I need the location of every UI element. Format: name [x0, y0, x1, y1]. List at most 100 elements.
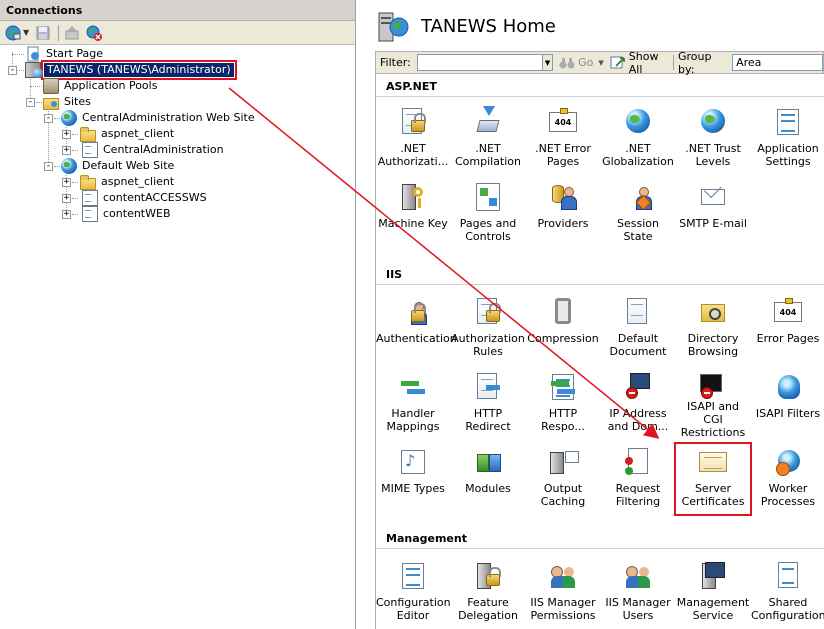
- feature-worker-processes[interactable]: Worker Processes: [751, 444, 824, 514]
- save-button[interactable]: [33, 24, 53, 42]
- feature-providers[interactable]: Providers: [526, 179, 600, 249]
- filter-dropdown-icon[interactable]: ▼: [543, 54, 554, 71]
- feature-iis-manager-users[interactable]: IIS Manager Users: [601, 558, 675, 628]
- disconnect-button[interactable]: [84, 24, 104, 42]
- feature-pages-controls[interactable]: Pages and Controls: [451, 179, 525, 249]
- feature-http-redirect[interactable]: HTTP Redirect: [451, 369, 525, 439]
- feature-handler-mappings[interactable]: Handler Mappings: [376, 369, 450, 439]
- feature-net-error-pages[interactable]: .NET ErrorPages: [526, 104, 600, 174]
- tree-item-content-web[interactable]: contentWEB: [80, 206, 173, 222]
- feature-mime-types[interactable]: MIME Types: [376, 444, 450, 514]
- feature-machine-key[interactable]: Machine Key: [376, 179, 450, 249]
- configuration-editor-icon: [397, 560, 429, 592]
- feature-label-line2: Caching: [540, 495, 586, 508]
- feature-net-compilation[interactable]: .NET Compilation: [451, 104, 525, 174]
- go-button[interactable]: Go: [559, 56, 593, 70]
- feature-label-line2: Mappings: [386, 420, 440, 433]
- tree-item-label: aspnet_client: [101, 127, 175, 140]
- feature-http-response-headers[interactable]: HTTP Respo...: [526, 369, 600, 439]
- go-dropdown-icon[interactable]: ▼: [598, 59, 603, 67]
- feature-label-line2: Filtering: [615, 495, 661, 508]
- disconnect-icon: [86, 25, 103, 41]
- connect-icon: [5, 25, 21, 40]
- tree-expand-icon[interactable]: +: [62, 130, 71, 139]
- server-home-icon: [375, 9, 409, 43]
- feature-label-line2: Respo...: [541, 420, 585, 433]
- tree-collapse-icon[interactable]: -: [44, 114, 53, 123]
- feature-label-line2: Processes: [760, 495, 816, 508]
- tree-collapse-icon[interactable]: -: [44, 162, 53, 171]
- feature-label-line1: MIME Types: [381, 482, 445, 495]
- net-authorization-icon: [397, 106, 429, 138]
- filter-input[interactable]: [416, 54, 544, 71]
- feature-request-filtering[interactable]: Request Filtering: [601, 444, 675, 514]
- feature-label-line1: Compression: [527, 332, 599, 345]
- feature-label-line1: .NET: [400, 142, 426, 155]
- up-button[interactable]: [62, 24, 82, 42]
- group-by-select[interactable]: Area: [732, 54, 823, 71]
- connect-dropdown-icon[interactable]: ▼: [23, 28, 29, 37]
- shared-configuration-icon: [772, 560, 804, 592]
- tree-item-default-site[interactable]: Default Web Site: [61, 158, 176, 174]
- tree-item-aspnet-client-2[interactable]: aspnet_client: [80, 174, 176, 190]
- feature-iis-manager-permissions[interactable]: IIS Manager Permissions: [526, 558, 600, 628]
- feature-label: Configuration Editor: [376, 596, 451, 622]
- tree-collapse-icon[interactable]: -: [26, 98, 35, 107]
- tree-item-content-access[interactable]: contentACCESSWS: [80, 190, 209, 206]
- feature-output-caching[interactable]: Output Caching: [526, 444, 600, 514]
- feature-authorization-rules[interactable]: Authorization Rules: [451, 294, 525, 364]
- feature-label-line1: Session State: [617, 217, 659, 243]
- go-label: Go: [578, 56, 594, 69]
- feature-management-service[interactable]: Management Service: [676, 558, 750, 628]
- feature-label-line1: Authentication: [376, 332, 457, 345]
- server-certificates-icon: [696, 446, 729, 478]
- feature-label-line1: Default: [617, 332, 659, 345]
- feature-smtp-email[interactable]: SMTP E-mail: [676, 179, 750, 249]
- show-all-button[interactable]: Show All: [610, 50, 669, 76]
- http-response-headers-icon: [547, 371, 579, 403]
- feature-configuration-editor[interactable]: Configuration Editor: [376, 558, 451, 628]
- section-header-management: Management: [386, 532, 467, 545]
- connect-button[interactable]: [3, 24, 23, 42]
- feature-modules[interactable]: Modules: [451, 444, 525, 514]
- feature-server-certificates[interactable]: Server Certificates: [674, 442, 752, 516]
- net-trust-levels-icon: [697, 106, 729, 138]
- tree-expand-icon[interactable]: +: [62, 194, 71, 203]
- tree-expand-icon[interactable]: +: [62, 146, 71, 155]
- section-header-iis: IIS: [386, 268, 403, 281]
- feature-compression[interactable]: Compression: [526, 294, 600, 364]
- feature-label: Directory Browsing: [676, 332, 750, 358]
- feature-net-authorization[interactable]: .NET Authorizati...: [376, 104, 450, 174]
- feature-label: HTTP Redirect: [451, 407, 525, 433]
- feature-application-settings[interactable]: Application Settings: [751, 104, 824, 174]
- feature-error-pages[interactable]: Error Pages: [751, 294, 824, 364]
- feature-feature-delegation[interactable]: Feature Delegation: [451, 558, 525, 628]
- up-icon: [65, 25, 79, 39]
- feature-net-trust-levels[interactable]: .NET Trust Levels: [676, 104, 750, 174]
- tree-item-application-pools[interactable]: Application Pools: [43, 78, 159, 94]
- tree-expand-icon[interactable]: +: [62, 178, 71, 187]
- section-divider: [376, 284, 824, 285]
- feature-shared-configuration[interactable]: Shared Configuration: [751, 558, 824, 628]
- feature-label-line1: Request: [615, 482, 661, 495]
- feature-label: ISAPI and CGI Restrictions: [676, 400, 750, 439]
- feature-directory-browsing[interactable]: Directory Browsing: [676, 294, 750, 364]
- tree-expand-icon[interactable]: +: [62, 210, 71, 219]
- tree-item-start-page[interactable]: Start Page: [25, 46, 105, 62]
- tree-item-sites[interactable]: Sites: [43, 94, 93, 110]
- tree-item-central-admin-site[interactable]: CentralAdministration Web Site: [61, 110, 257, 126]
- feature-net-globalization[interactable]: .NET Globalization: [601, 104, 675, 174]
- feature-session-state[interactable]: Session State: [601, 179, 675, 249]
- tree-collapse-icon[interactable]: -: [8, 66, 17, 75]
- feature-label-line1: .NET: [625, 142, 651, 155]
- feature-ip-domain-restrictions[interactable]: IP Address and Dom...: [601, 369, 675, 439]
- feature-label-line2: Levels: [695, 155, 731, 168]
- feature-isapi-filters[interactable]: ISAPI Filters: [751, 369, 824, 439]
- feature-default-document[interactable]: Default Document: [601, 294, 675, 364]
- feature-authentication[interactable]: Authentication: [376, 294, 457, 364]
- feature-isapi-cgi[interactable]: ISAPI and CGI Restrictions: [676, 369, 750, 439]
- tree-item-aspnet-client-1[interactable]: aspnet_client: [80, 126, 176, 142]
- tree-item-server[interactable]: TANEWS (TANEWS\Administrator): [25, 60, 237, 80]
- tree-item-central-admin[interactable]: CentralAdministration: [80, 142, 226, 158]
- section-divider: [376, 96, 824, 97]
